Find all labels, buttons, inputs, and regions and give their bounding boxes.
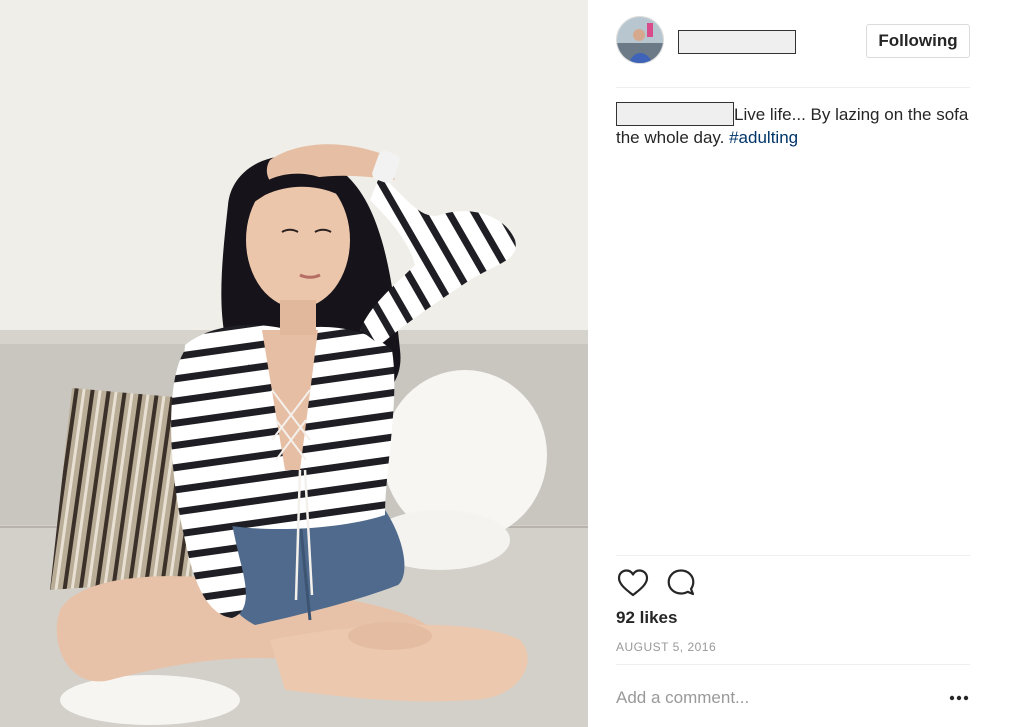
username-redacted[interactable]: [678, 30, 796, 54]
comment-divider: [616, 664, 970, 665]
comment-input[interactable]: [616, 684, 936, 712]
following-button[interactable]: Following: [866, 24, 970, 58]
avatar[interactable]: [616, 16, 664, 64]
post-side-panel: Following Live life... By lazing on the …: [588, 0, 1024, 727]
action-bar: [616, 567, 970, 601]
post-photo-illustration: [0, 0, 588, 727]
post-header: Following: [616, 16, 970, 68]
hashtag-link[interactable]: #adulting: [729, 128, 798, 147]
header-divider: [616, 87, 970, 88]
instagram-post: Following Live life... By lazing on the …: [0, 0, 1024, 727]
heart-icon[interactable]: [616, 567, 650, 601]
likes-count[interactable]: 92 likes: [616, 608, 677, 628]
comment-bubble-icon[interactable]: [664, 567, 698, 601]
caption-username-redacted[interactable]: [616, 102, 734, 126]
more-options-icon[interactable]: [948, 690, 970, 706]
post-date: AUGUST 5, 2016: [616, 640, 717, 654]
avatar-photo: [617, 17, 663, 63]
actions-divider: [616, 555, 970, 556]
post-photo[interactable]: [0, 0, 588, 727]
post-caption: Live life... By lazing on the sofa the w…: [616, 102, 970, 149]
